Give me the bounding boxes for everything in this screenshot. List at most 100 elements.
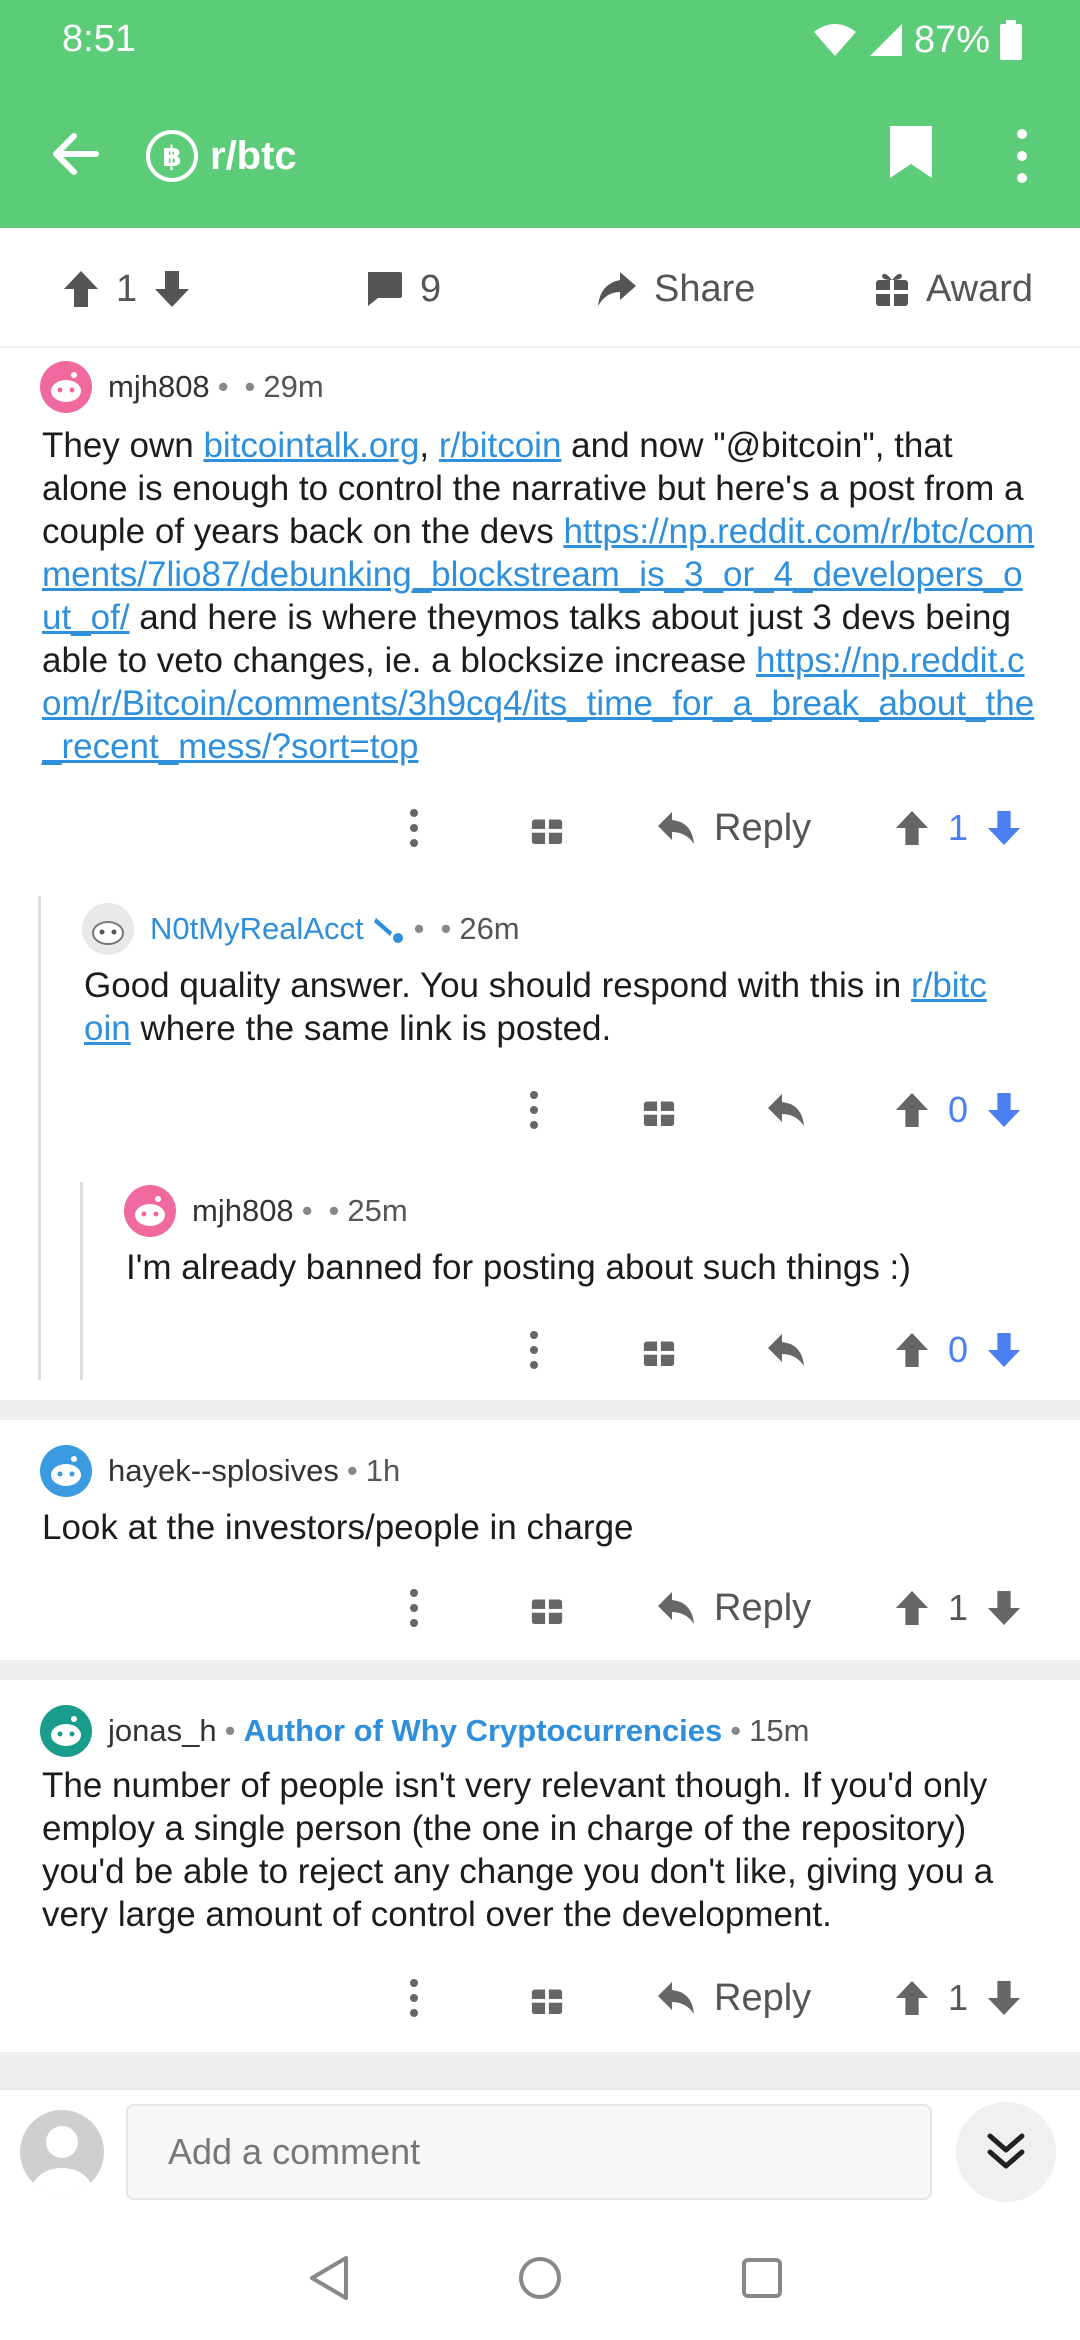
- more-vertical-icon: [530, 1091, 538, 1129]
- post-vote-group: 1: [62, 262, 191, 316]
- comment-author[interactable]: mjh808: [192, 1193, 294, 1229]
- system-nav-bar: [0, 2218, 1080, 2340]
- comment-icon: [368, 272, 402, 306]
- comment-author[interactable]: mjh808: [108, 369, 210, 405]
- top-bar: 8:51 87% ฿ r/btc: [0, 0, 1080, 228]
- gift-icon: [643, 1101, 675, 1127]
- downvote-icon[interactable]: [986, 809, 1022, 847]
- comment-body: I'm already banned for posting about suc…: [126, 1246, 1026, 1289]
- comment-more-button[interactable]: [408, 798, 420, 858]
- comment-input-box[interactable]: [126, 2104, 932, 2200]
- upvote-icon[interactable]: [894, 809, 930, 847]
- separator-dot: •: [217, 369, 229, 404]
- comment-separator: [0, 1400, 1080, 1420]
- avatar[interactable]: [124, 1185, 176, 1237]
- nav-back-icon[interactable]: [300, 2248, 360, 2308]
- separator-dot: •: [301, 1193, 313, 1228]
- bookmark-icon[interactable]: [888, 124, 934, 180]
- user-avatar[interactable]: [20, 2110, 104, 2194]
- comment-vote-group: 1: [894, 798, 1022, 858]
- reply-button[interactable]: [766, 1080, 806, 1140]
- comment-input[interactable]: [128, 2106, 930, 2198]
- comment-text: The number of people isn't very relevant…: [42, 1766, 994, 1934]
- signal-icon: [869, 24, 902, 56]
- reply-icon: [658, 1982, 694, 2014]
- upvote-icon[interactable]: [894, 1979, 930, 2017]
- separator-dot: •: [730, 1713, 742, 1748]
- comment-award-button[interactable]: [530, 798, 564, 858]
- snoo-avatar-icon: [51, 372, 81, 402]
- snoo-avatar-icon: [51, 1456, 81, 1486]
- comment-score: 1: [948, 807, 969, 848]
- next-comment-button[interactable]: [956, 2102, 1056, 2202]
- more-options-icon[interactable]: [1010, 128, 1034, 184]
- comment-award-button[interactable]: [642, 1080, 676, 1140]
- wifi-icon: [813, 24, 856, 56]
- snoo-avatar-icon: [51, 1716, 81, 1746]
- comment-link[interactable]: bitcointalk.org: [203, 426, 419, 465]
- upvote-icon[interactable]: [62, 269, 100, 309]
- comment-vote-group: 0: [894, 1320, 1022, 1380]
- status-icons: 87%: [812, 14, 1022, 66]
- comment-meta: N0tMyRealAcct • • 26m: [82, 903, 520, 955]
- reply-icon: [768, 1094, 804, 1126]
- comment-more-button[interactable]: [408, 1578, 420, 1638]
- comment-author[interactable]: hayek--splosives: [108, 1453, 339, 1489]
- award-button[interactable]: Award: [874, 262, 1033, 316]
- comments-count-button[interactable]: 9: [364, 262, 441, 316]
- downvote-icon[interactable]: [153, 269, 191, 309]
- separator-dot: •: [346, 1453, 358, 1488]
- avatar[interactable]: [40, 361, 92, 413]
- comment-award-button[interactable]: [530, 1968, 564, 2028]
- reply-button[interactable]: Reply: [656, 1578, 811, 1638]
- comment-text: I'm already banned for posting about suc…: [126, 1248, 911, 1287]
- comment-time: 15m: [749, 1713, 810, 1748]
- downvote-icon[interactable]: [986, 1589, 1022, 1627]
- comment-award-button[interactable]: [642, 1320, 676, 1380]
- comment-toolbar: 0: [0, 1080, 1080, 1140]
- comment-toolbar: 0: [0, 1320, 1080, 1380]
- comment-text: They own: [42, 426, 204, 465]
- reply-icon: [768, 1334, 804, 1366]
- comment-link[interactable]: r/bitcoin: [439, 426, 562, 465]
- subreddit-name[interactable]: r/btc: [210, 130, 297, 182]
- avatar[interactable]: [82, 903, 134, 955]
- comment-separator: [0, 2052, 1080, 2088]
- comment-time: 25m: [347, 1193, 408, 1228]
- reply-button[interactable]: [766, 1320, 806, 1380]
- back-arrow-icon[interactable]: [44, 124, 104, 184]
- upvote-icon[interactable]: [894, 1331, 930, 1369]
- comment-text: where the same link is posted.: [130, 1009, 612, 1048]
- comment-author[interactable]: N0tMyRealAcct: [150, 911, 364, 947]
- comment-author[interactable]: jonas_h: [108, 1713, 217, 1749]
- comment-body: The number of people isn't very relevant…: [42, 1764, 1052, 1936]
- upvote-icon[interactable]: [894, 1091, 930, 1129]
- avatar[interactable]: [40, 1705, 92, 1757]
- comment-award-button[interactable]: [530, 1578, 564, 1638]
- share-label: Share: [654, 267, 756, 310]
- nav-recents-icon[interactable]: [732, 2248, 792, 2308]
- comment-score: 1: [948, 1977, 969, 2018]
- share-icon: [598, 272, 636, 306]
- reply-button[interactable]: Reply: [656, 1968, 811, 2028]
- comment-separator: [0, 1660, 1080, 1680]
- comment-meta: jonas_h • Author of Why Cryptocurrencies…: [40, 1705, 810, 1757]
- upvote-icon[interactable]: [894, 1589, 930, 1627]
- separator-dot: •: [224, 1713, 236, 1748]
- reply-button[interactable]: Reply: [656, 798, 811, 858]
- share-button[interactable]: Share: [596, 262, 755, 316]
- comment-text: Look at the investors/people in charge: [42, 1508, 634, 1547]
- nav-home-icon[interactable]: [510, 2248, 570, 2308]
- separator-dot: •: [440, 911, 452, 946]
- snoo-avatar-icon: [135, 1196, 165, 1226]
- downvote-icon[interactable]: [986, 1979, 1022, 2017]
- comment-more-button[interactable]: [528, 1080, 540, 1140]
- comment-time: 29m: [263, 369, 324, 404]
- downvote-icon[interactable]: [986, 1091, 1022, 1129]
- comment-more-button[interactable]: [408, 1968, 420, 2028]
- gift-icon: [531, 1599, 563, 1625]
- downvote-icon[interactable]: [986, 1331, 1022, 1369]
- comment-more-button[interactable]: [528, 1320, 540, 1380]
- avatar[interactable]: [40, 1445, 92, 1497]
- more-vertical-icon: [410, 809, 418, 847]
